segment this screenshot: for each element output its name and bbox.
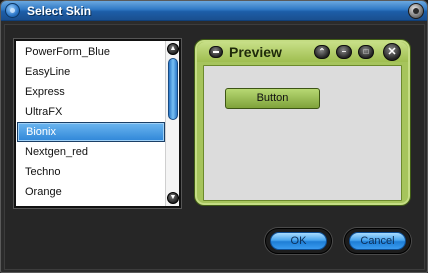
- list-scrollbar[interactable]: ▲ ▼: [165, 41, 179, 206]
- list-item-selected[interactable]: Bionix: [17, 122, 165, 142]
- rollup-icon[interactable]: ⌃: [314, 45, 330, 59]
- window-title: Select Skin: [27, 4, 92, 18]
- cancel-button[interactable]: Cancel: [344, 228, 411, 254]
- preview-sample-button[interactable]: Button: [225, 88, 320, 109]
- app-icon: [5, 3, 20, 18]
- skin-list[interactable]: PowerForm_Blue EasyLine Express UltraFX …: [14, 39, 181, 208]
- scroll-down-arrow-icon[interactable]: ▼: [167, 192, 179, 204]
- ok-button-label: OK: [270, 232, 327, 250]
- preview-title: Preview: [229, 44, 282, 60]
- maximize-icon[interactable]: □: [358, 45, 374, 59]
- minimize-icon[interactable]: –: [336, 45, 352, 59]
- list-item[interactable]: Nextgen_red: [17, 142, 165, 162]
- close-dot: [413, 8, 419, 14]
- ok-button[interactable]: OK: [265, 228, 332, 254]
- preview-menu-icon[interactable]: [209, 46, 223, 58]
- preview-panel: Preview ⌃ – □ ✕ Button: [194, 39, 411, 206]
- skin-list-items: PowerForm_Blue EasyLine Express UltraFX …: [16, 41, 166, 206]
- list-item[interactable]: UltraFX: [17, 102, 165, 122]
- preview-body: Button: [203, 65, 402, 201]
- list-item[interactable]: Orange: [17, 182, 165, 202]
- list-item[interactable]: Express: [17, 82, 165, 102]
- select-skin-dialog: Select Skin PowerForm_Blue EasyLine Expr…: [0, 0, 428, 273]
- list-item[interactable]: Techno: [17, 162, 165, 182]
- cancel-button-label: Cancel: [349, 232, 406, 250]
- scroll-up-arrow-icon[interactable]: ▲: [167, 43, 179, 55]
- close-icon[interactable]: [408, 3, 424, 19]
- menu-dash: [213, 51, 219, 53]
- preview-header: Preview ⌃ – □ ✕: [197, 42, 408, 62]
- list-item[interactable]: EasyLine: [17, 62, 165, 82]
- scroll-thumb[interactable]: [168, 58, 178, 120]
- list-item[interactable]: PowerForm_Blue: [17, 42, 165, 62]
- preview-close-icon[interactable]: ✕: [383, 43, 401, 61]
- title-bar[interactable]: Select Skin: [1, 1, 427, 21]
